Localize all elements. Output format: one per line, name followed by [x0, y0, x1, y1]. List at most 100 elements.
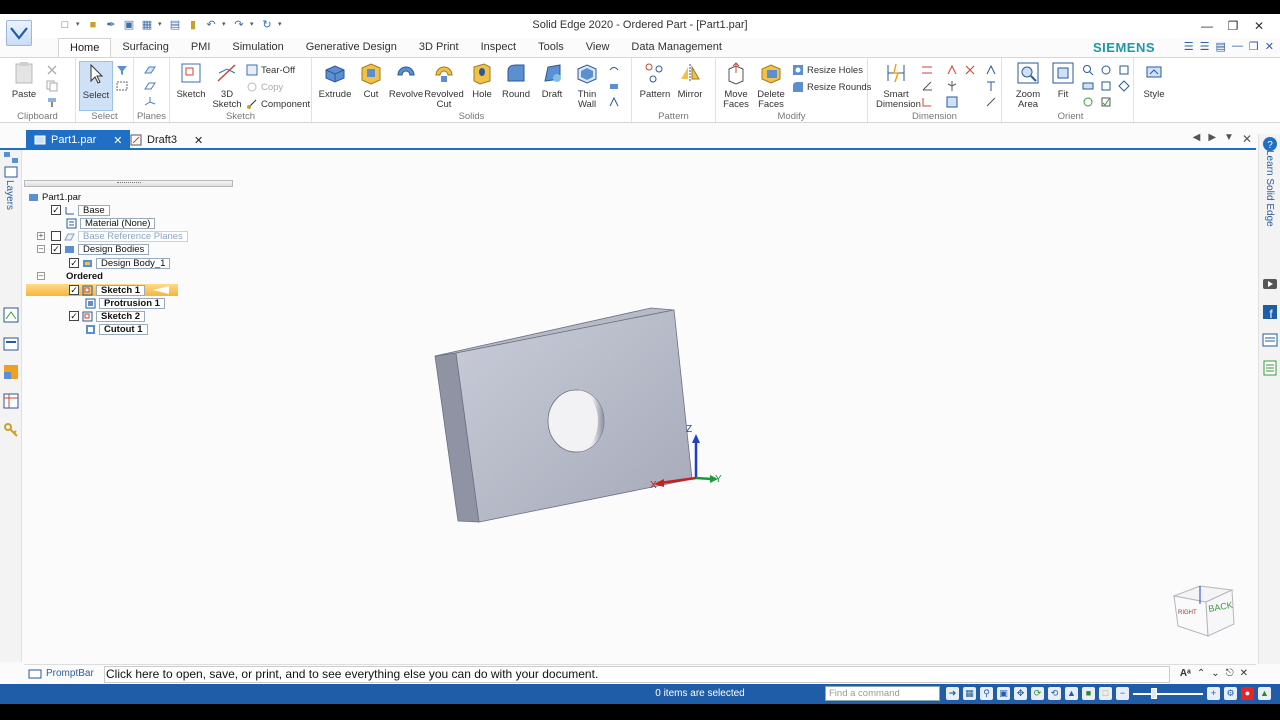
key-icon[interactable] — [3, 422, 19, 438]
chevron-right-icon[interactable]: ▶ — [1208, 132, 1216, 146]
revolved-cut-button[interactable]: Revolved Cut — [424, 61, 464, 110]
tree-root[interactable]: Part1.par — [28, 191, 81, 203]
view-cube[interactable]: BACK RIGHT — [1170, 582, 1238, 638]
move-faces-button[interactable]: Move Faces — [716, 61, 756, 110]
restore-icon[interactable]: ❐ — [1220, 16, 1246, 36]
coordinate-system-icon[interactable] — [144, 96, 156, 108]
rollback-arrow-icon[interactable] — [152, 285, 170, 295]
pathfinder-splitter[interactable] — [24, 180, 233, 187]
draft-button[interactable]: Draft — [532, 61, 572, 100]
panel-icon[interactable]: ▤ — [1216, 40, 1226, 53]
upload-icon[interactable]: ▲ — [1258, 687, 1271, 700]
close-icon[interactable]: ✕ — [1246, 16, 1272, 36]
spin-icon[interactable]: ⟲ — [1048, 687, 1061, 700]
close-icon[interactable]: ✕ — [1240, 668, 1248, 679]
rotate-icon[interactable]: ⟳ — [1031, 687, 1044, 700]
chevron-left-icon[interactable]: ◀ — [1193, 132, 1201, 146]
view-sketch-icon[interactable] — [1100, 80, 1112, 92]
view-cube-right[interactable] — [1173, 595, 1209, 637]
doc-tab-part1[interactable]: Part1.par ✕ — [26, 130, 131, 150]
plane-normal-icon[interactable] — [144, 80, 156, 92]
paste-button[interactable]: Paste — [4, 61, 44, 100]
extrude-button[interactable]: Extrude — [315, 61, 355, 100]
layout-alt-icon[interactable]: ☰ — [1200, 40, 1210, 53]
clipboard-list-icon[interactable] — [1262, 360, 1278, 376]
round-button[interactable]: Round — [496, 61, 536, 100]
relate-icon[interactable] — [946, 64, 958, 76]
font-size-icon[interactable]: Aᵃ — [1180, 668, 1191, 679]
fit-icon[interactable]: ▣ — [997, 687, 1010, 700]
annotation-icon[interactable] — [985, 64, 997, 76]
zoom-out-icon[interactable]: − — [1116, 687, 1129, 700]
tree-material[interactable]: Material (None) — [66, 217, 156, 229]
tree-sketch-2[interactable]: ✓ Sketch 2 — [69, 310, 146, 322]
view-orientation-icon[interactable]: ▲ — [1065, 687, 1078, 700]
wireframe-icon[interactable]: □ — [1099, 687, 1112, 700]
tree-design-bodies[interactable]: ✓ Design Bodies — [51, 243, 150, 255]
tab-3d-print[interactable]: 3D Print — [408, 38, 470, 57]
checkbox-checked[interactable]: ✓ — [69, 311, 79, 321]
previous-view-icon[interactable] — [1118, 64, 1130, 76]
feature-library-icon[interactable] — [3, 336, 19, 352]
zoom-slider[interactable] — [1133, 688, 1203, 699]
rigid-icon[interactable] — [964, 64, 976, 76]
collapse-design-bodies-icon[interactable]: – — [37, 245, 45, 253]
tree-base-reference-planes[interactable]: Base Reference Planes — [51, 230, 188, 242]
settings-icon[interactable]: ⚙ — [1224, 687, 1237, 700]
youtube-icon[interactable] — [1262, 276, 1278, 292]
checkbox-checked[interactable]: ✓ — [69, 285, 79, 295]
copy-icon[interactable] — [46, 80, 58, 92]
format-painter-icon[interactable] — [46, 96, 58, 108]
layers-tab[interactable]: Layers — [4, 180, 15, 210]
tab-pmi[interactable]: PMI — [180, 38, 222, 57]
select-filter-icon[interactable] — [116, 64, 128, 76]
delete-faces-button[interactable]: Delete Faces — [751, 61, 791, 110]
angle-between-icon[interactable] — [921, 80, 933, 92]
symmetric-icon[interactable] — [946, 80, 958, 92]
spin-about-icon[interactable] — [1118, 80, 1130, 92]
tree-ordered[interactable]: Ordered — [66, 270, 103, 282]
close-icon[interactable]: ✕ — [1242, 132, 1252, 146]
close-tab-icon[interactable]: ✕ — [194, 134, 203, 147]
pattern-button[interactable]: Pattern — [635, 61, 675, 100]
revolve-button[interactable]: Revolve — [386, 61, 426, 100]
web-network-icon[interactable] — [608, 96, 620, 108]
copy-sketch-button[interactable]: Copy — [246, 79, 283, 95]
tab-surfacing[interactable]: Surfacing — [111, 38, 179, 57]
promptbar-message[interactable]: Click here to open, save, or print, and … — [104, 666, 1170, 683]
tab-data-management[interactable]: Data Management — [620, 38, 733, 57]
tree-sketch-1[interactable]: ✓ Sketch 1 — [69, 284, 146, 296]
view-orient-icon[interactable] — [1100, 64, 1112, 76]
leader-icon[interactable] — [985, 96, 997, 108]
tab-view[interactable]: View — [575, 38, 621, 57]
family-of-parts-icon[interactable] — [3, 307, 19, 323]
zoom-slider-thumb[interactable] — [1151, 688, 1157, 699]
fit-button[interactable]: Fit — [1043, 61, 1083, 100]
expand-base-planes-icon[interactable]: + — [37, 232, 45, 240]
smart-dimension-button[interactable]: Smart Dimension — [876, 61, 921, 110]
mirror-button[interactable]: Mirror — [670, 61, 710, 100]
checkbox-unchecked[interactable] — [51, 231, 61, 241]
cut-scissors-icon[interactable] — [46, 64, 58, 76]
tree-protrusion-1[interactable]: Protrusion 1 — [85, 297, 165, 309]
pin-icon[interactable]: ⎋ — [1226, 668, 1234, 679]
layers-icon[interactable] — [3, 164, 19, 180]
checkbox-checked[interactable]: ✓ — [51, 205, 61, 215]
thin-wall-button[interactable]: Thin Wall — [567, 61, 607, 110]
minimize-doc-icon[interactable]: — — [1232, 40, 1243, 53]
pan-icon[interactable] — [1082, 80, 1094, 92]
tab-simulation[interactable]: Simulation — [221, 38, 294, 57]
tab-tools[interactable]: Tools — [527, 38, 575, 57]
color-manager-icon[interactable] — [3, 364, 19, 380]
collapse-ordered-icon[interactable]: – — [37, 272, 45, 280]
grid-icon[interactable] — [946, 96, 958, 108]
tab-home[interactable]: Home — [58, 38, 112, 57]
checkbox-checked[interactable]: ✓ — [51, 244, 61, 254]
cut-button[interactable]: Cut — [351, 61, 391, 100]
zoom-icon[interactable] — [1082, 64, 1094, 76]
shaded-icon[interactable]: ■ — [1082, 687, 1095, 700]
style-button[interactable]: Style — [1134, 61, 1174, 100]
component-button[interactable]: Component — [246, 96, 310, 112]
zoom-icon[interactable]: ⚲ — [980, 687, 993, 700]
layout-icon[interactable]: ☰ — [1184, 40, 1194, 53]
